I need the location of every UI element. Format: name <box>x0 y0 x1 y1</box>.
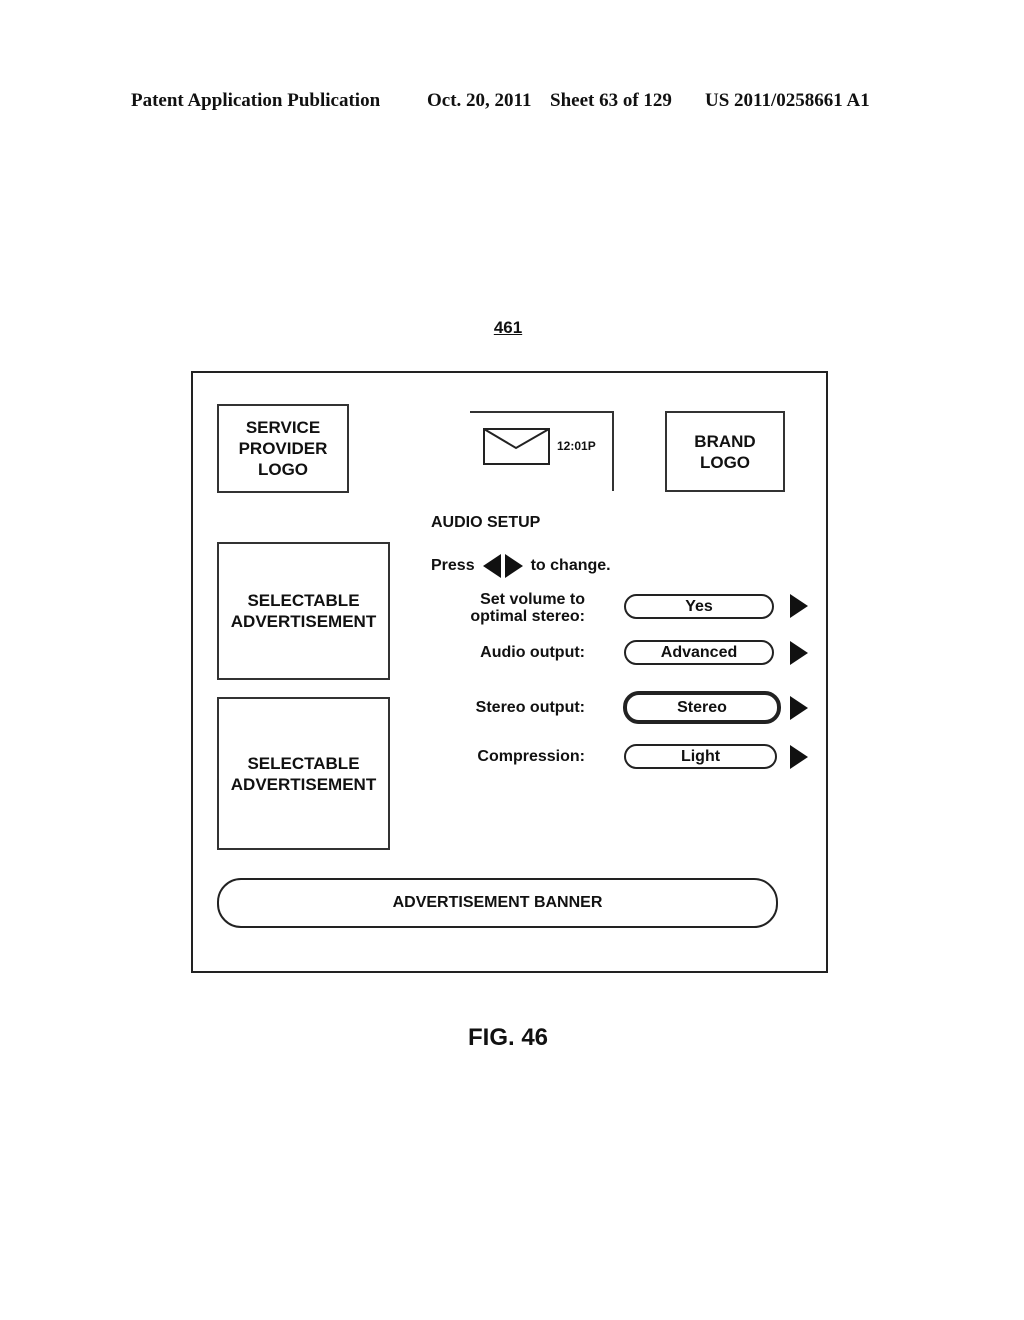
left-arrow-icon <box>482 554 501 578</box>
right-arrow-icon <box>504 554 523 578</box>
service-provider-logo: SERVICE PROVIDER LOGO <box>217 404 349 493</box>
setting-label-compression: Compression: <box>477 748 585 765</box>
next-arrow-icon[interactable] <box>790 641 808 665</box>
figure-reference: 461 <box>493 318 523 337</box>
sheet-number: Sheet 63 of 129 <box>550 90 672 111</box>
envelope-icon[interactable] <box>483 428 551 466</box>
setting-label-stereo-output: Stereo output: <box>475 699 585 716</box>
setting-value-stereo-output[interactable]: Stereo <box>623 691 781 724</box>
instruction-suffix: to change. <box>530 557 611 574</box>
next-arrow-icon[interactable] <box>790 745 808 769</box>
next-arrow-icon[interactable] <box>790 594 808 618</box>
selectable-advertisement-1[interactable]: SELECTABLE ADVERTISEMENT <box>217 542 390 680</box>
next-arrow-icon[interactable] <box>790 696 808 720</box>
audio-setup-title: AUDIO SETUP <box>431 514 541 531</box>
setting-value-audio-output[interactable]: Advanced <box>624 640 774 665</box>
instruction: Press to change. <box>431 554 611 578</box>
selectable-advertisement-2[interactable]: SELECTABLE ADVERTISEMENT <box>217 697 390 850</box>
instruction-prefix: Press <box>431 557 475 574</box>
brand-logo: BRAND LOGO <box>665 411 785 492</box>
setting-value-compression[interactable]: Light <box>624 744 777 769</box>
setting-value-volume[interactable]: Yes <box>624 594 774 619</box>
setting-label-audio-output: Audio output: <box>480 644 585 661</box>
publication-date: Oct. 20, 2011 <box>427 90 532 111</box>
clock: 12:01P <box>557 439 596 453</box>
publication-label: Patent Application Publication <box>131 90 381 111</box>
setting-label-volume: Set volume to optimal stereo: <box>470 591 585 625</box>
patent-number: US 2011/0258661 A1 <box>705 90 870 111</box>
advertisement-banner[interactable]: ADVERTISEMENT BANNER <box>217 878 778 928</box>
figure-caption: FIG. 46 <box>467 1024 549 1051</box>
